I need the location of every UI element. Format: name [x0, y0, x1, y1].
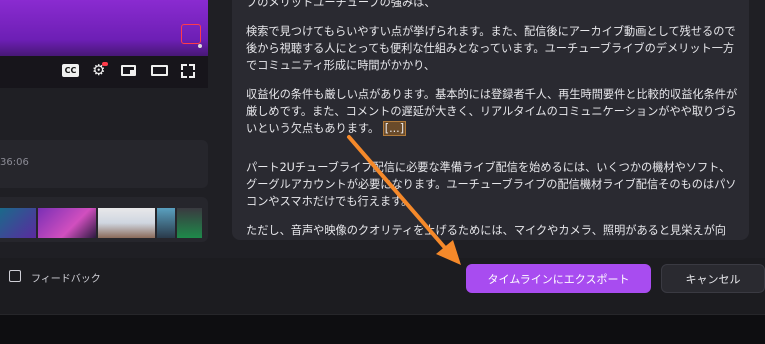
truncation-marker[interactable]: [...] [382, 121, 407, 136]
timeline-duration: 36:06 [0, 157, 29, 168]
paragraph-text: 収益化の条件も厳しい点があります。基本的には登録者千人、再生時間要件と比較的収益… [246, 88, 738, 135]
closed-captions-icon[interactable]: CC [62, 64, 79, 77]
transcript-text-area[interactable]: プのメリットユーチューブの強みは、 検索で見つけてもらいやすい点が挙げられます。… [232, 0, 749, 240]
paragraph: ただし、音声や映像のクオリティを上げるためには、マイクやカメラ、照明があると見栄… [246, 224, 726, 237]
export-to-timeline-button[interactable]: タイムラインにエクスポート [466, 264, 651, 293]
paragraph: 検索で見つけてもらいやすい点が挙げられます。また、配信後にアーカイブ動画として残… [246, 25, 736, 72]
thumbnail [38, 208, 96, 238]
cancel-button[interactable]: キャンセル [661, 264, 765, 293]
thumbnail [98, 208, 155, 238]
fullscreen-icon[interactable] [181, 64, 195, 78]
thumbnail [0, 208, 36, 238]
scrollbar[interactable] [752, 0, 758, 240]
miniplayer-icon-inner [130, 70, 135, 74]
feedback-link[interactable]: フィードバック [31, 270, 101, 285]
paragraph: パート2Uチューブライブ配信に必要な準備ライブ配信を始めるには、いくつかの機材や… [246, 161, 737, 208]
thumbnail [177, 208, 202, 238]
recording-badge-icon [181, 24, 201, 44]
timeline-item[interactable] [0, 140, 208, 188]
paragraph: プのメリットユーチューブの強みは、 [246, 0, 436, 9]
paragraph-with-ellipsis: 収益化の条件も厳しい点があります。基本的には登録者千人、再生時間要件と比較的収益… [246, 86, 741, 137]
transcript-content: プのメリットユーチューブの強みは、 検索で見つけてもらいやすい点が挙げられます。… [246, 0, 741, 240]
thumbnail [157, 208, 175, 238]
hd-badge [102, 62, 108, 66]
bottom-bar [0, 314, 765, 344]
theater-mode-icon[interactable] [151, 65, 168, 76]
feedback-icon[interactable] [9, 270, 21, 282]
status-dot-icon [198, 44, 202, 48]
